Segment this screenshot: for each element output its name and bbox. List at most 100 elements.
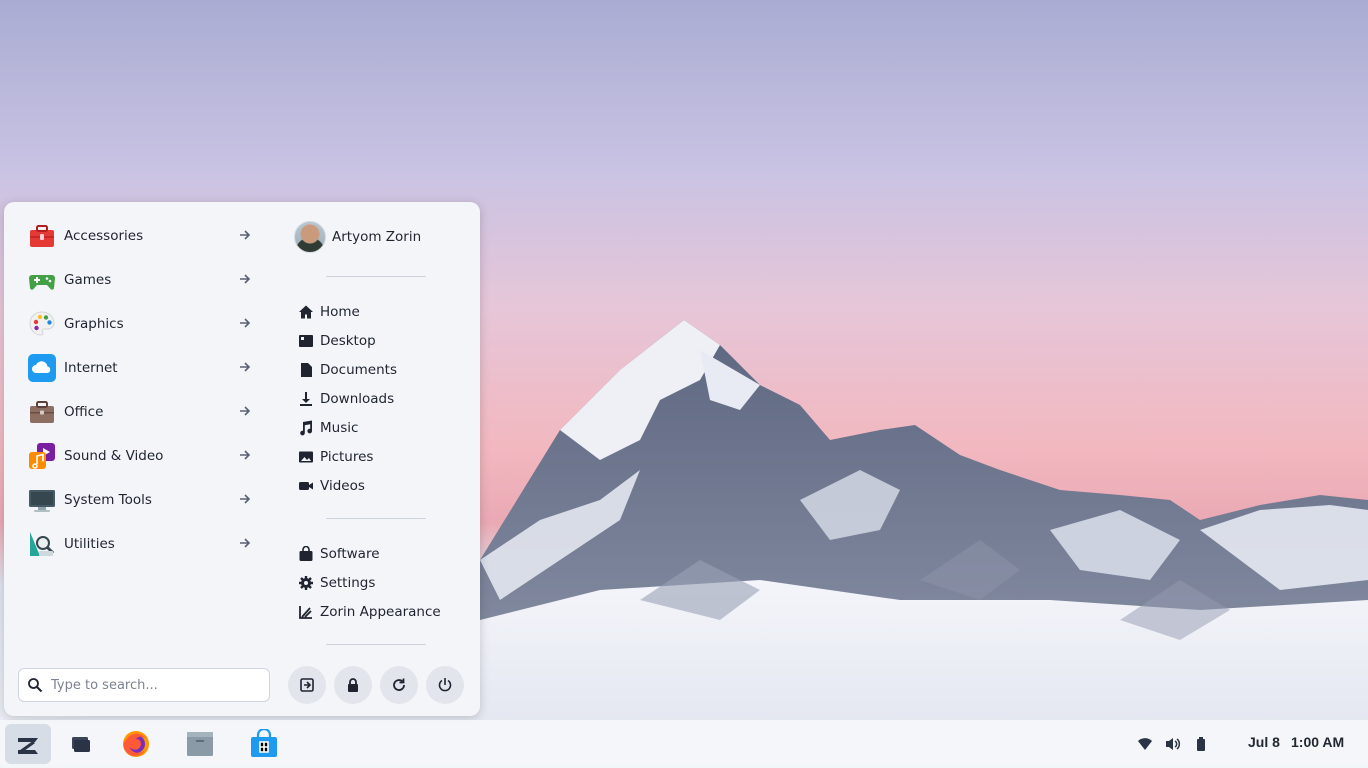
arrow-right-icon	[240, 450, 251, 460]
cloud-icon	[28, 354, 56, 382]
place-label: Downloads	[320, 390, 395, 407]
category-label: Graphics	[64, 316, 124, 332]
category-graphics[interactable]: Graphics	[18, 302, 258, 346]
category-label: System Tools	[64, 492, 152, 508]
toolbox-icon	[30, 225, 54, 247]
download-icon	[300, 391, 312, 406]
files-launcher[interactable]	[177, 724, 223, 764]
category-system-tools[interactable]: System Tools	[18, 478, 258, 522]
avatar	[294, 221, 326, 253]
category-accessories[interactable]: Accessories	[18, 214, 258, 258]
arrow-right-icon	[240, 230, 251, 240]
windows-icon	[72, 737, 90, 752]
home-icon	[299, 305, 313, 318]
separator	[326, 276, 426, 277]
category-office[interactable]: Office	[18, 390, 258, 434]
place-label: Settings	[320, 574, 376, 591]
places-column: Artyom Zorin Home Desktop Documents Down…	[294, 220, 464, 645]
category-games[interactable]: Games	[18, 258, 258, 302]
search-input[interactable]	[51, 677, 251, 693]
system-zorin-appearance[interactable]: Zorin Appearance	[294, 597, 464, 626]
place-videos[interactable]: Videos	[294, 471, 464, 500]
volume-indicator[interactable]	[1163, 734, 1183, 754]
power-icon	[438, 678, 452, 692]
category-label: Sound & Video	[64, 448, 164, 464]
window-switcher-button[interactable]	[58, 724, 104, 764]
gear-icon	[299, 575, 313, 590]
power-button[interactable]	[426, 666, 464, 704]
place-home[interactable]: Home	[294, 297, 464, 326]
search-box[interactable]	[18, 668, 270, 702]
software-store-icon	[251, 729, 277, 757]
monitor-icon	[29, 490, 55, 512]
gamepad-icon	[29, 275, 55, 290]
video-camera-icon	[299, 481, 313, 490]
place-music[interactable]: Music	[294, 413, 464, 442]
arrow-right-icon	[240, 318, 251, 328]
picture-icon	[299, 451, 313, 462]
music-note-icon	[300, 420, 313, 435]
start-menu: Accessories Games Graphics Internet Offi…	[4, 202, 480, 716]
logout-icon	[300, 678, 314, 692]
place-label: Zorin Appearance	[320, 603, 441, 620]
category-label: Utilities	[64, 536, 115, 552]
logout-button[interactable]	[288, 666, 326, 704]
lock-button[interactable]	[334, 666, 372, 704]
desktop-icon	[299, 334, 313, 347]
system-software[interactable]: Software	[294, 539, 464, 568]
category-label: Accessories	[64, 228, 144, 244]
restart-button[interactable]	[380, 666, 418, 704]
place-label: Software	[320, 545, 380, 562]
utilities-icon	[30, 532, 55, 556]
separator	[326, 644, 426, 645]
category-label: Office	[64, 404, 104, 420]
user-account[interactable]: Artyom Zorin	[294, 220, 464, 254]
category-label: Internet	[64, 360, 118, 376]
software-store-launcher[interactable]	[241, 724, 287, 764]
firefox-launcher[interactable]	[113, 724, 159, 764]
place-label: Documents	[320, 361, 397, 378]
wifi-icon	[1138, 738, 1152, 750]
place-desktop[interactable]: Desktop	[294, 326, 464, 355]
battery-icon	[1197, 737, 1205, 751]
user-name: Artyom Zorin	[332, 229, 422, 245]
palette-icon	[29, 311, 55, 336]
arrow-right-icon	[240, 362, 251, 372]
zorin-menu-button[interactable]	[5, 724, 51, 764]
date-label[interactable]: Jul 8	[1248, 734, 1280, 750]
place-label: Videos	[320, 477, 365, 494]
restart-icon	[393, 678, 405, 691]
place-label: Pictures	[320, 448, 374, 465]
document-icon	[301, 362, 312, 377]
taskbar: Jul 8 1:00 AM	[0, 720, 1368, 768]
arrow-right-icon	[240, 274, 251, 284]
time-label[interactable]: 1:00 AM	[1291, 734, 1344, 750]
appearance-icon	[299, 605, 312, 619]
category-utilities[interactable]: Utilities	[18, 522, 258, 566]
arrow-right-icon	[240, 538, 251, 548]
place-label: Desktop	[320, 332, 376, 349]
briefcase-icon	[30, 401, 54, 423]
category-label: Games	[64, 272, 112, 288]
place-documents[interactable]: Documents	[294, 355, 464, 384]
firefox-icon	[123, 731, 149, 757]
place-label: Music	[320, 419, 359, 436]
file-cabinet-icon	[187, 732, 213, 756]
battery-indicator[interactable]	[1191, 734, 1211, 754]
place-pictures[interactable]: Pictures	[294, 442, 464, 471]
search-icon	[28, 678, 43, 693]
separator	[326, 518, 426, 519]
volume-icon	[1166, 738, 1181, 750]
shopping-bag-icon	[299, 545, 313, 561]
music-video-icon	[29, 443, 55, 469]
category-sound-video[interactable]: Sound & Video	[18, 434, 258, 478]
category-list: Accessories Games Graphics Internet Offi…	[18, 214, 258, 566]
zorin-logo-icon	[18, 738, 38, 754]
category-internet[interactable]: Internet	[18, 346, 258, 390]
place-downloads[interactable]: Downloads	[294, 384, 464, 413]
place-label: Home	[320, 303, 360, 320]
arrow-right-icon	[240, 406, 251, 416]
system-settings[interactable]: Settings	[294, 568, 464, 597]
wifi-indicator[interactable]	[1135, 734, 1155, 754]
lock-icon	[348, 678, 358, 692]
